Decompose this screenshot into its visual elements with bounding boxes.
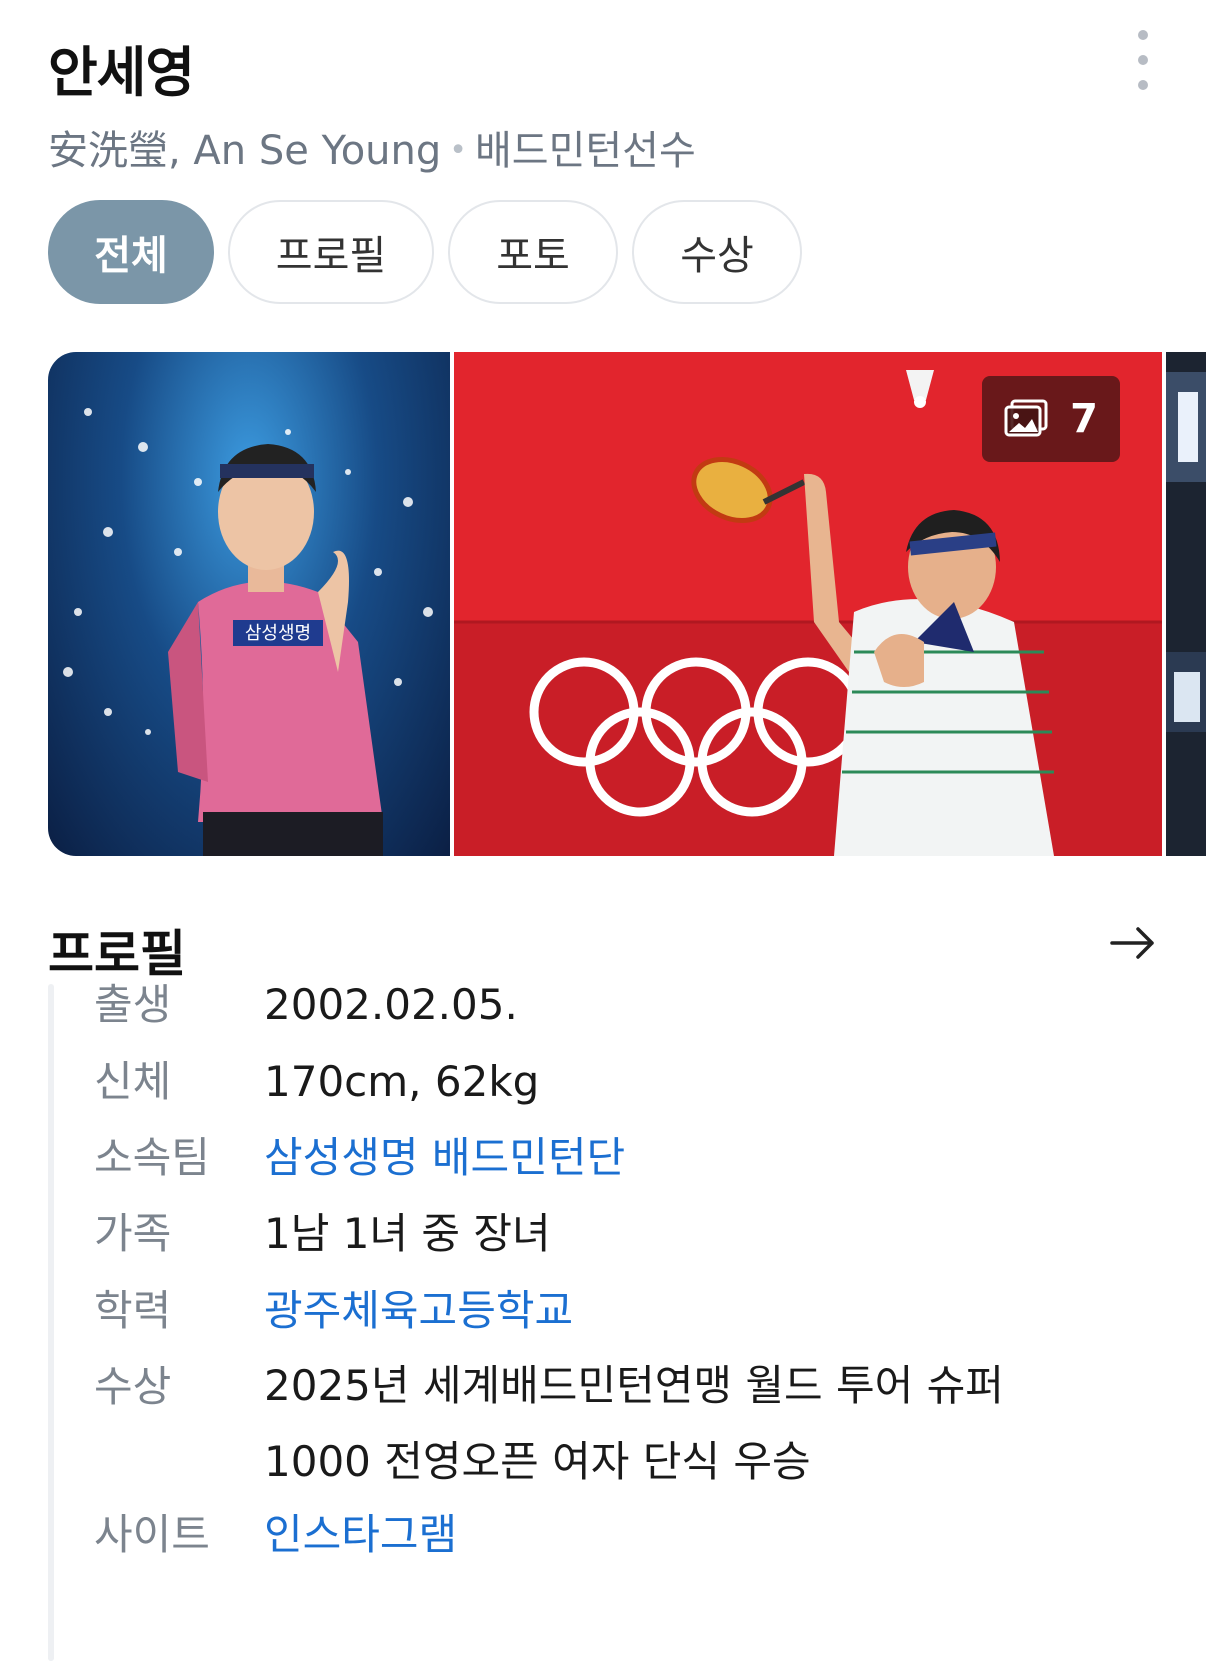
info-key: 소속팀 [94,1133,210,1182]
info-left-bar [48,984,54,1661]
image-gallery-icon [1004,399,1048,439]
info-value: 1남 1녀 중 장녀 [264,1209,551,1258]
tab-profile[interactable]: 프로필 [228,200,434,304]
arrow-right-icon[interactable] [1108,918,1158,968]
info-row-education: 학력 광주체육고등학교 [94,1272,573,1350]
photo-third-partial[interactable] [1166,352,1206,856]
info-row-award: 수상 2025년 세계배드민턴연맹 월드 투어 슈퍼 1000 전영오픈 여자 … [94,1348,1084,1500]
info-value: 170cm, 62kg [264,1057,540,1106]
person-subtitle: 安洗瑩, An Se Young • 배드민턴선수 [48,118,696,176]
tab-award[interactable]: 수상 [632,200,802,304]
instagram-link[interactable]: 인스타그램 [264,1496,457,1574]
more-options-icon[interactable] [1128,30,1158,90]
person-name: 안세영 [48,41,195,104]
separator-dot: • [449,133,467,168]
tab-photo[interactable]: 포토 [448,200,618,304]
info-row-family: 가족 1남 1녀 중 장녀 [94,1195,551,1273]
jersey-text: 삼성생명 [245,623,311,644]
info-key: 가족 [94,1209,172,1258]
info-row-team: 소속팀 삼성생명 배드민턴단 [94,1119,625,1197]
info-row-birth-date: 출생 2002.02.05. [94,966,518,1044]
photo-count-badge[interactable]: 7 [982,376,1120,462]
tab-all[interactable]: 전체 [48,200,214,304]
team-link[interactable]: 삼성생명 배드민턴단 [264,1119,625,1197]
photo-count-value: 7 [1070,396,1098,442]
info-value-award: 2025년 세계배드민턴연맹 월드 투어 슈퍼 1000 전영오픈 여자 단식 … [264,1348,1084,1500]
info-key: 사이트 [94,1510,210,1559]
award-line-2: 1000 전영오픈 여자 단식 우승 [264,1437,811,1486]
tab-bar: 전체 프로필 포토 수상 [48,200,802,304]
info-value: 2002.02.05. [264,980,518,1029]
panel-header: 안세영 安洗瑩, An Se Young • 배드민턴선수 [48,18,1158,174]
info-row-body: 신체 170cm, 62kg [94,1043,539,1121]
person-aliases: 安洗瑩, An Se Young [48,128,442,174]
info-key: 신체 [94,1057,172,1106]
person-occupation: 배드민턴선수 [474,128,696,174]
info-row-site: 사이트 인스타그램 [94,1496,457,1574]
info-key: 출생 [94,980,172,1029]
info-key: 수상 [94,1362,172,1411]
school-link[interactable]: 광주체육고등학교 [264,1272,573,1350]
person-knowledge-panel: 안세영 安洗瑩, An Se Young • 배드민턴선수 전체 프로필 포토 수상 [0,0,1206,1661]
info-key: 학력 [94,1286,172,1335]
photo-player-portrait[interactable]: 삼성생명 [48,352,450,856]
award-line-1: 2025년 세계배드민턴연맹 월드 투어 슈퍼 [264,1361,1004,1410]
